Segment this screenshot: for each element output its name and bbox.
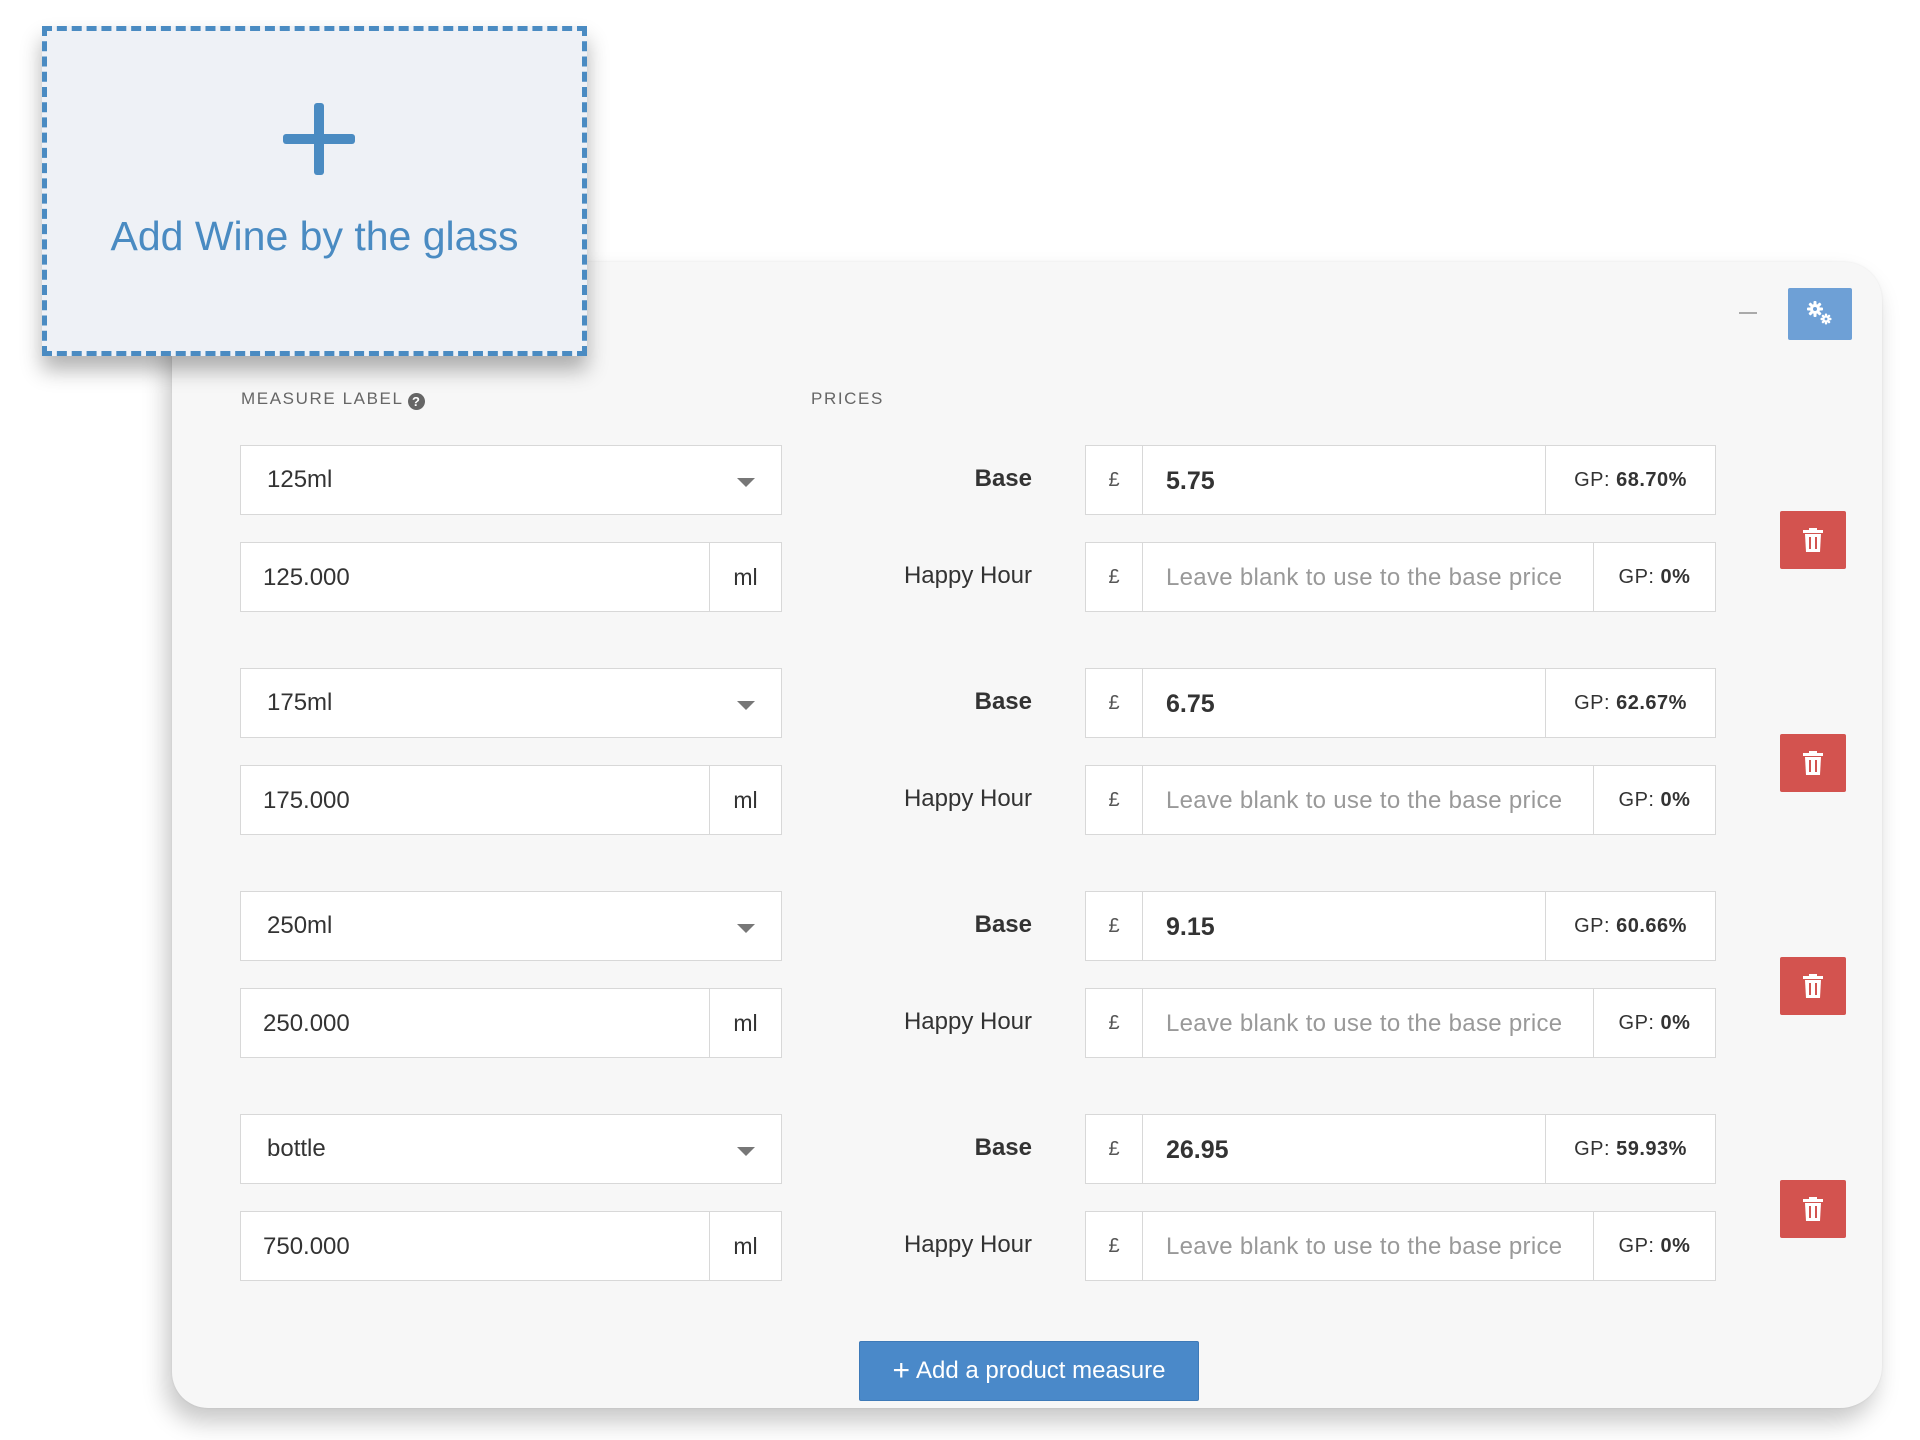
measure-label-select[interactable]: 125ml (240, 445, 782, 515)
add-card-label: Add Wine by the glass (110, 213, 519, 259)
gp-badge: GP: 0% (1593, 1212, 1715, 1280)
gp-badge: GP: 62.67% (1545, 669, 1715, 737)
delete-measure-button[interactable] (1780, 957, 1846, 1015)
plus-icon: + (892, 1354, 911, 1387)
volume-unit: ml (709, 543, 781, 611)
volume-unit: ml (709, 766, 781, 834)
currency-symbol: £ (1086, 766, 1143, 834)
measure-group: 250ml 250.000 ml Base Happy Hour £ 9.15 … (0, 891, 1920, 1071)
gp-badge: GP: 68.70% (1545, 446, 1715, 514)
measure-volume-input[interactable]: 125.000 ml (240, 542, 782, 612)
measure-volume-input[interactable]: 175.000 ml (240, 765, 782, 835)
base-price-input[interactable]: £ 5.75 GP: 68.70% (1085, 445, 1716, 515)
happy-hour-price-input[interactable]: £ Leave blank to use to the base price G… (1085, 1211, 1716, 1281)
base-price-label: Base (974, 911, 1032, 938)
volume-unit: ml (709, 989, 781, 1057)
caret-down-icon (737, 1147, 755, 1156)
base-price-label: Base (974, 465, 1032, 492)
measure-label-header: MEASURE LABEL? (241, 389, 425, 410)
minimize-icon[interactable] (1739, 312, 1757, 314)
gp-badge: GP: 0% (1593, 766, 1715, 834)
trash-icon (1803, 1197, 1823, 1221)
add-product-measure-button[interactable]: + Add a product measure (859, 1341, 1199, 1401)
trash-icon (1803, 974, 1823, 998)
settings-button[interactable] (1788, 288, 1852, 340)
trash-icon (1803, 751, 1823, 775)
currency-symbol: £ (1086, 669, 1143, 737)
base-price-input[interactable]: £ 26.95 GP: 59.93% (1085, 1114, 1716, 1184)
happy-hour-price-input[interactable]: £ Leave blank to use to the base price G… (1085, 988, 1716, 1058)
gp-badge: GP: 0% (1593, 543, 1715, 611)
gp-badge: GP: 0% (1593, 989, 1715, 1057)
delete-measure-button[interactable] (1780, 1180, 1846, 1238)
currency-symbol: £ (1086, 1115, 1143, 1183)
measure-group: 125ml 125.000 ml Base Happy Hour £ 5.75 … (0, 445, 1920, 625)
measure-label-select[interactable]: 175ml (240, 668, 782, 738)
currency-symbol: £ (1086, 446, 1143, 514)
gears-icon (1807, 301, 1832, 325)
delete-measure-button[interactable] (1780, 511, 1846, 569)
currency-symbol: £ (1086, 1212, 1143, 1280)
plus-icon (283, 103, 355, 175)
base-price-input[interactable]: £ 9.15 GP: 60.66% (1085, 891, 1716, 961)
measure-volume-input[interactable]: 750.000 ml (240, 1211, 782, 1281)
happy-hour-price-label: Happy Hour (903, 1008, 1032, 1035)
prices-header: PRICES (811, 389, 884, 408)
gp-badge: GP: 60.66% (1545, 892, 1715, 960)
base-price-label: Base (974, 688, 1032, 715)
caret-down-icon (737, 701, 755, 710)
measure-label-select[interactable]: 250ml (240, 891, 782, 961)
volume-unit: ml (709, 1212, 781, 1280)
currency-symbol: £ (1086, 892, 1143, 960)
delete-measure-button[interactable] (1780, 734, 1846, 792)
currency-symbol: £ (1086, 543, 1143, 611)
trash-icon (1803, 528, 1823, 552)
add-wine-by-glass-card[interactable]: Add Wine by the glass (42, 26, 587, 356)
currency-symbol: £ (1086, 989, 1143, 1057)
happy-hour-price-label: Happy Hour (903, 1231, 1032, 1258)
happy-hour-price-label: Happy Hour (903, 562, 1032, 589)
happy-hour-price-input[interactable]: £ Leave blank to use to the base price G… (1085, 542, 1716, 612)
happy-hour-price-input[interactable]: £ Leave blank to use to the base price G… (1085, 765, 1716, 835)
caret-down-icon (737, 924, 755, 933)
measure-group: bottle 750.000 ml Base Happy Hour £ 26.9… (0, 1114, 1920, 1294)
question-circle-icon[interactable]: ? (407, 393, 425, 410)
caret-down-icon (737, 478, 755, 487)
measure-group: 175ml 175.000 ml Base Happy Hour £ 6.75 … (0, 668, 1920, 848)
measure-label-select[interactable]: bottle (240, 1114, 782, 1184)
base-price-input[interactable]: £ 6.75 GP: 62.67% (1085, 668, 1716, 738)
gp-badge: GP: 59.93% (1545, 1115, 1715, 1183)
base-price-label: Base (974, 1134, 1032, 1161)
measure-volume-input[interactable]: 250.000 ml (240, 988, 782, 1058)
happy-hour-price-label: Happy Hour (903, 785, 1032, 812)
